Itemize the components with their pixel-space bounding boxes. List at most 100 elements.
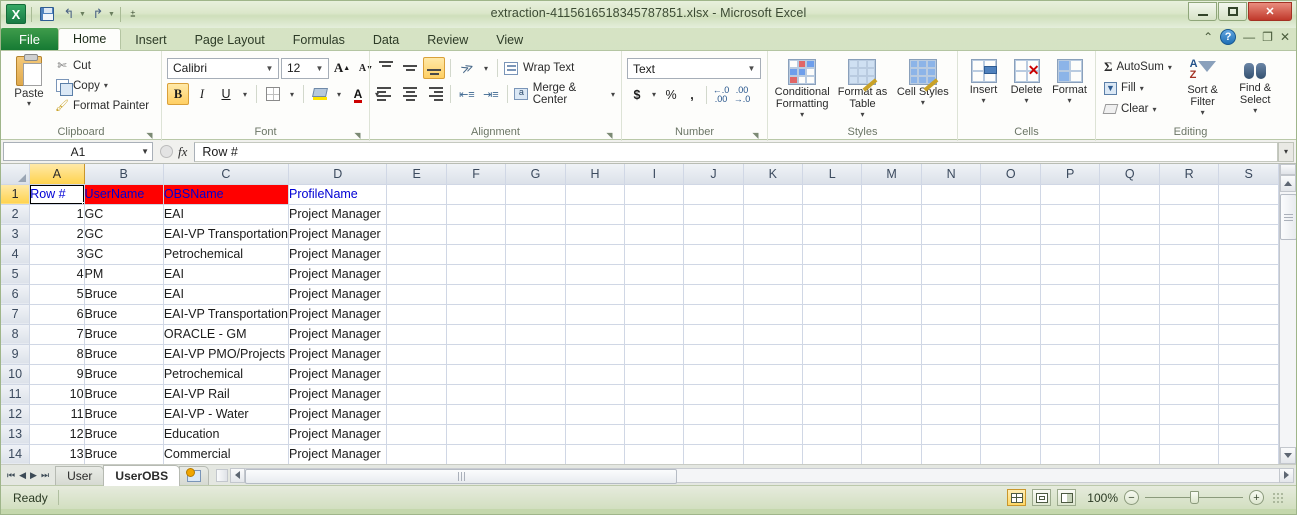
- cell-N13[interactable]: [921, 424, 980, 444]
- cell-I14[interactable]: [625, 444, 684, 464]
- cell-H6[interactable]: [565, 284, 624, 304]
- cell-D13[interactable]: Project Manager: [288, 424, 386, 444]
- cell-F7[interactable]: [446, 304, 505, 324]
- decrease-decimal-button[interactable]: .00→.0: [732, 84, 752, 105]
- last-sheet-icon[interactable]: ⏭: [41, 470, 49, 481]
- cell-G7[interactable]: [506, 304, 566, 324]
- horizontal-scroll-track[interactable]: [245, 468, 1279, 483]
- restore-button[interactable]: [1218, 2, 1247, 21]
- cell-G1[interactable]: [506, 184, 566, 204]
- autosum-button[interactable]: Σ AutoSum ▾: [1101, 57, 1175, 77]
- cell-I5[interactable]: [625, 264, 684, 284]
- format-as-table-button[interactable]: Format as Table ▾: [833, 57, 891, 118]
- cell-P2[interactable]: [1040, 204, 1099, 224]
- cell-C11[interactable]: EAI-VP Rail: [163, 384, 288, 404]
- cell-A8[interactable]: 7: [30, 324, 84, 344]
- cell-C12[interactable]: EAI-VP - Water: [163, 404, 288, 424]
- cell-H14[interactable]: [565, 444, 624, 464]
- cell-D6[interactable]: Project Manager: [288, 284, 386, 304]
- cell-Q10[interactable]: [1100, 364, 1160, 384]
- cell-R6[interactable]: [1159, 284, 1218, 304]
- fill-color-dropdown-icon[interactable]: ▾: [333, 83, 345, 105]
- cell-L12[interactable]: [803, 404, 862, 424]
- orientation-button[interactable]: ≫: [456, 57, 478, 79]
- scroll-left-button[interactable]: [230, 468, 245, 483]
- increase-font-size-button[interactable]: A▲: [331, 57, 353, 79]
- column-header-h[interactable]: H: [565, 164, 624, 184]
- row-header-1[interactable]: 1: [1, 184, 30, 204]
- chevron-down-icon[interactable]: ▼: [141, 147, 149, 156]
- format-as-table-dropdown-icon[interactable]: ▾: [860, 111, 864, 118]
- cell-L1[interactable]: [803, 184, 862, 204]
- page-layout-view-button[interactable]: [1032, 489, 1051, 506]
- cell-S2[interactable]: [1219, 204, 1279, 224]
- cell-P11[interactable]: [1040, 384, 1099, 404]
- clear-dropdown-icon[interactable]: ▾: [1152, 106, 1156, 113]
- cell-C3[interactable]: EAI-VP Transportation: [163, 224, 288, 244]
- cell-Q12[interactable]: [1100, 404, 1160, 424]
- cell-A7[interactable]: 6: [30, 304, 84, 324]
- cell-M3[interactable]: [862, 224, 922, 244]
- cell-E10[interactable]: [387, 364, 446, 384]
- formula-input[interactable]: Row #: [194, 142, 1278, 162]
- cell-S9[interactable]: [1219, 344, 1279, 364]
- sort-filter-dropdown-icon[interactable]: ▾: [1201, 109, 1205, 116]
- align-left-button[interactable]: [375, 83, 397, 105]
- cell-C2[interactable]: EAI: [163, 204, 288, 224]
- cell-B5[interactable]: PM: [84, 264, 163, 284]
- cell-K6[interactable]: [743, 284, 802, 304]
- cell-K1[interactable]: [743, 184, 802, 204]
- cell-S12[interactable]: [1219, 404, 1279, 424]
- minimize-ribbon-icon[interactable]: ⌃: [1203, 30, 1213, 44]
- cell-A2[interactable]: 1: [30, 204, 84, 224]
- fill-color-button[interactable]: [309, 83, 331, 105]
- cell-P13[interactable]: [1040, 424, 1099, 444]
- borders-dropdown-icon[interactable]: ▾: [286, 83, 298, 105]
- cell-K9[interactable]: [743, 344, 802, 364]
- column-header-i[interactable]: I: [625, 164, 684, 184]
- tab-formulas[interactable]: Formulas: [279, 29, 359, 50]
- cell-O4[interactable]: [981, 244, 1041, 264]
- cell-G11[interactable]: [506, 384, 566, 404]
- cell-L14[interactable]: [803, 444, 862, 464]
- chevron-down-icon[interactable]: ▼: [745, 64, 758, 73]
- cancel-entry-icon[interactable]: [160, 145, 173, 158]
- cell-J1[interactable]: [684, 184, 743, 204]
- cell-N7[interactable]: [921, 304, 980, 324]
- cell-J2[interactable]: [684, 204, 743, 224]
- cell-H4[interactable]: [565, 244, 624, 264]
- cell-P8[interactable]: [1040, 324, 1099, 344]
- cell-R3[interactable]: [1159, 224, 1218, 244]
- cell-I12[interactable]: [625, 404, 684, 424]
- find-select-dropdown-icon[interactable]: ▾: [1253, 107, 1257, 114]
- cell-O14[interactable]: [981, 444, 1041, 464]
- column-header-c[interactable]: C: [163, 164, 288, 184]
- cell-B8[interactable]: Bruce: [84, 324, 163, 344]
- underline-button[interactable]: U: [215, 83, 237, 105]
- zoom-slider-thumb[interactable]: [1190, 491, 1199, 504]
- fill-button[interactable]: ▼ Fill ▾: [1101, 78, 1175, 98]
- next-sheet-icon[interactable]: ▶: [30, 470, 37, 481]
- cell-C7[interactable]: EAI-VP Transportation: [163, 304, 288, 324]
- align-middle-button[interactable]: [399, 57, 421, 79]
- worksheet-grid[interactable]: ABCDEFGHIJKLMNOPQRS 1Row #UserNameOBSNam…: [1, 164, 1279, 464]
- cell-D4[interactable]: Project Manager: [288, 244, 386, 264]
- column-header-o[interactable]: O: [981, 164, 1041, 184]
- cell-R13[interactable]: [1159, 424, 1218, 444]
- cell-B11[interactable]: Bruce: [84, 384, 163, 404]
- cell-F10[interactable]: [446, 364, 505, 384]
- cell-L9[interactable]: [803, 344, 862, 364]
- cell-K7[interactable]: [743, 304, 802, 324]
- cell-styles-button[interactable]: Cell Styles ▾: [894, 57, 952, 106]
- cell-K5[interactable]: [743, 264, 802, 284]
- cell-O12[interactable]: [981, 404, 1041, 424]
- cell-N8[interactable]: [921, 324, 980, 344]
- cell-N1[interactable]: [921, 184, 980, 204]
- tab-file[interactable]: File: [1, 28, 58, 50]
- resize-grip-icon[interactable]: [1272, 492, 1284, 504]
- cell-S8[interactable]: [1219, 324, 1279, 344]
- cell-E4[interactable]: [387, 244, 446, 264]
- cell-A1[interactable]: Row #: [30, 184, 84, 204]
- scroll-up-button[interactable]: [1280, 175, 1296, 192]
- cell-R10[interactable]: [1159, 364, 1218, 384]
